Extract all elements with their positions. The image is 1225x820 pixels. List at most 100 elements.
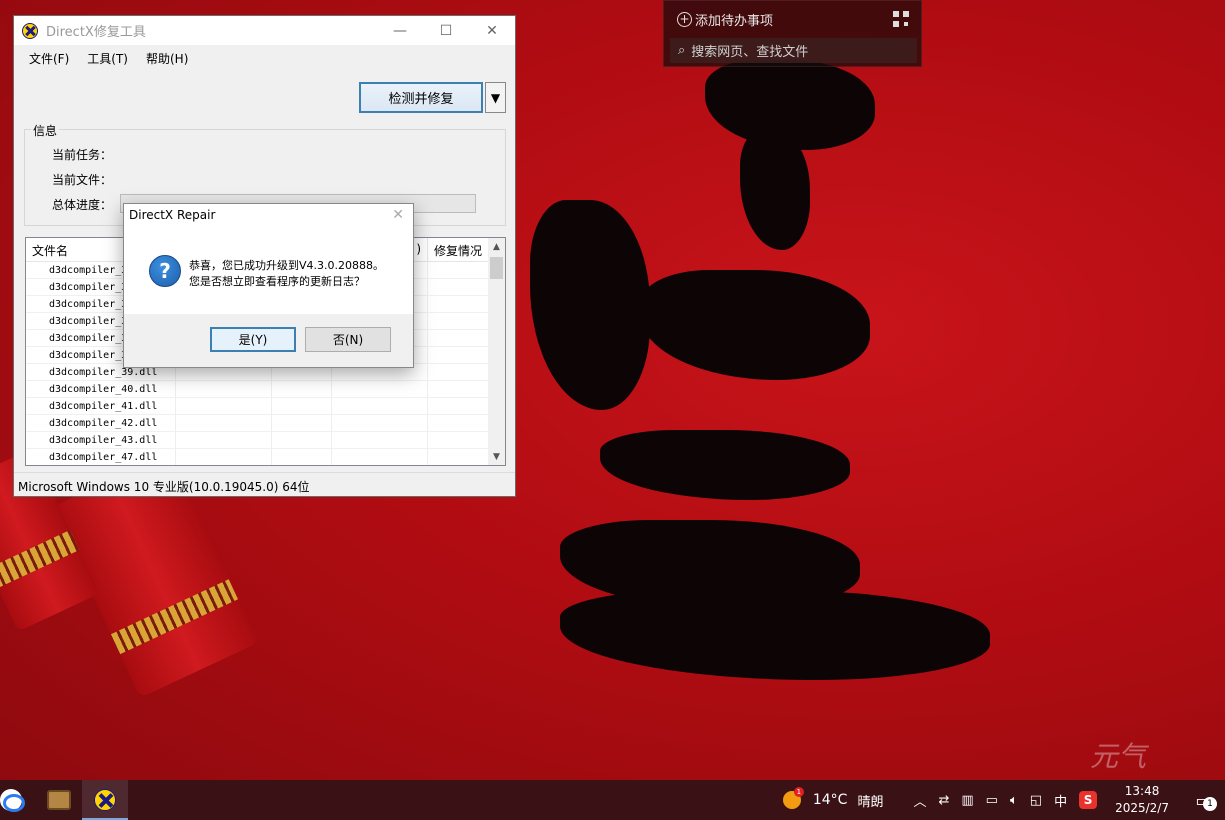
close-button[interactable]: ✕	[469, 16, 515, 45]
table-cell	[176, 381, 272, 397]
file-name-cell: d3dcompiler_41.dll	[26, 398, 176, 414]
list-scrollbar[interactable]: ▲ ▼	[488, 238, 505, 465]
table-cell	[272, 381, 332, 397]
desktop-widget: + 添加待办事项 ⌕ 搜索网页、查找文件	[663, 0, 922, 67]
dialog-title: DirectX Repair	[129, 208, 216, 222]
dialog-title-bar[interactable]: DirectX Repair ✕	[124, 204, 413, 228]
chevron-down-icon: ▼	[490, 90, 501, 105]
directx-icon	[94, 789, 116, 811]
menu-bar: 文件(F) 工具(T) 帮助(H)	[14, 45, 515, 71]
dialog-message-line1: 恭喜，您已成功升级到V4.3.0.20888。	[189, 259, 385, 272]
table-cell	[272, 449, 332, 465]
search-placeholder: 搜索网页、查找文件	[691, 45, 809, 60]
current-file-label: 当前文件：	[52, 173, 113, 187]
table-cell	[176, 449, 272, 465]
update-dialog: DirectX Repair ✕ ? 恭喜，您已成功升级到V4.3.0.2088…	[123, 203, 414, 368]
add-todo-button[interactable]: + 添加待办事项	[677, 10, 773, 29]
sogou-ime-icon[interactable]: S	[1079, 791, 1098, 809]
table-cell	[332, 415, 428, 431]
search-icon: ⌕	[678, 43, 686, 58]
table-row[interactable]: d3dcompiler_41.dll	[26, 398, 505, 415]
taskbar-box-app[interactable]	[36, 780, 82, 820]
clock-time: 13:48	[1124, 784, 1160, 798]
table-cell	[428, 398, 490, 414]
file-name-cell: d3dcompiler_42.dll	[26, 415, 176, 431]
table-row[interactable]: d3dcompiler_47.dll	[26, 449, 505, 465]
scroll-thumb[interactable]	[490, 257, 503, 279]
table-cell	[428, 347, 490, 363]
file-name-cell: d3dcompiler_40.dll	[26, 381, 176, 397]
swap-icon[interactable]: ⇄	[932, 793, 955, 808]
info-group-title: 信息	[31, 122, 60, 139]
volume-icon[interactable]: 🔈︎	[1004, 793, 1024, 808]
table-row[interactable]: d3dcompiler_42.dll	[26, 415, 505, 432]
table-cell	[428, 364, 490, 380]
table-row[interactable]: d3dcompiler_43.dll	[26, 432, 505, 449]
dialog-footer: 是(Y) 否(N)	[124, 314, 413, 367]
scroll-up-icon[interactable]: ▲	[488, 238, 505, 255]
table-cell	[332, 381, 428, 397]
table-cell	[428, 432, 490, 448]
battery-icon[interactable]: ▭	[980, 793, 1004, 808]
dialog-message: 恭喜，您已成功升级到V4.3.0.20888。 您是否想立即查看程序的更新日志？	[189, 258, 384, 290]
taskbar-baidu-app[interactable]	[0, 780, 25, 820]
minimize-button[interactable]: —	[377, 16, 423, 45]
widget-search-input[interactable]: ⌕ 搜索网页、查找文件	[670, 38, 917, 63]
scroll-down-icon[interactable]: ▼	[488, 448, 505, 465]
table-cell	[428, 262, 490, 278]
title-bar[interactable]: DirectX修复工具 — ☐ ✕	[14, 16, 515, 45]
file-name-cell: d3dcompiler_47.dll	[26, 449, 176, 465]
no-button[interactable]: 否(N)	[305, 327, 391, 352]
weather-text[interactable]: 晴朗	[851, 791, 889, 810]
baidu-netdisk-icon	[0, 789, 25, 812]
calligraphy-stroke	[640, 270, 870, 380]
directx-app-icon	[22, 22, 38, 39]
clock-date: 2025/2/7	[1115, 801, 1169, 815]
table-cell	[332, 398, 428, 414]
table-cell	[272, 432, 332, 448]
table-cell	[272, 398, 332, 414]
dialog-message-line2: 您是否想立即查看程序的更新日志？	[189, 275, 365, 288]
taskbar-directx-app[interactable]	[82, 780, 128, 820]
table-cell	[428, 449, 490, 465]
calligraphy-stroke	[740, 130, 810, 250]
calligraphy-stroke	[560, 590, 990, 680]
package-icon	[47, 790, 71, 810]
table-cell	[428, 296, 490, 312]
chevron-up-icon[interactable]: ︿	[907, 791, 932, 810]
menu-help[interactable]: 帮助(H)	[137, 50, 197, 67]
table-cell	[176, 415, 272, 431]
network-icon[interactable]: ◱	[1024, 793, 1048, 808]
yes-button[interactable]: 是(Y)	[210, 327, 296, 352]
weather-badge: 1	[793, 787, 804, 797]
network-meter-icon[interactable]: ▥	[955, 793, 979, 808]
column-repair-status[interactable]: 修复情况	[428, 238, 490, 261]
system-tray: 1 14°C 晴朗 ︿ ⇄ ▥ ▭ 🔈︎ ◱ 中 S 13:48 2025/2/…	[782, 780, 1225, 820]
calligraphy-stroke	[530, 200, 650, 410]
table-cell	[428, 381, 490, 397]
detect-and-repair-button[interactable]: 检测并修复	[359, 82, 483, 113]
weather-sun-icon[interactable]: 1	[782, 787, 804, 809]
ime-indicator[interactable]: 中	[1048, 791, 1073, 810]
taskbar: 1 14°C 晴朗 ︿ ⇄ ▥ ▭ 🔈︎ ◱ 中 S 13:48 2025/2/…	[0, 780, 1225, 820]
add-todo-label: 添加待办事项	[695, 14, 774, 29]
qr-code-icon[interactable]	[893, 11, 909, 27]
temperature[interactable]: 14°C	[809, 792, 852, 808]
notification-count: 1	[1203, 797, 1217, 811]
table-row[interactable]: d3dcompiler_40.dll	[26, 381, 505, 398]
dialog-close-icon[interactable]: ✕	[392, 207, 404, 223]
current-task-label: 当前任务：	[52, 148, 113, 162]
menu-file[interactable]: 文件(F)	[20, 50, 78, 67]
clock[interactable]: 13:48 2025/2/7	[1103, 783, 1181, 817]
table-cell	[176, 398, 272, 414]
menu-tools[interactable]: 工具(T)	[78, 50, 137, 67]
plus-icon: +	[677, 12, 692, 27]
notification-icon[interactable]: ▭ 1	[1189, 785, 1217, 815]
question-icon: ?	[149, 255, 181, 287]
table-cell	[272, 415, 332, 431]
dropdown-arrow-button[interactable]: ▼	[485, 82, 506, 113]
table-cell	[428, 415, 490, 431]
window-title: DirectX修复工具	[46, 25, 146, 40]
maximize-button[interactable]: ☐	[423, 16, 469, 45]
table-cell	[428, 313, 490, 329]
